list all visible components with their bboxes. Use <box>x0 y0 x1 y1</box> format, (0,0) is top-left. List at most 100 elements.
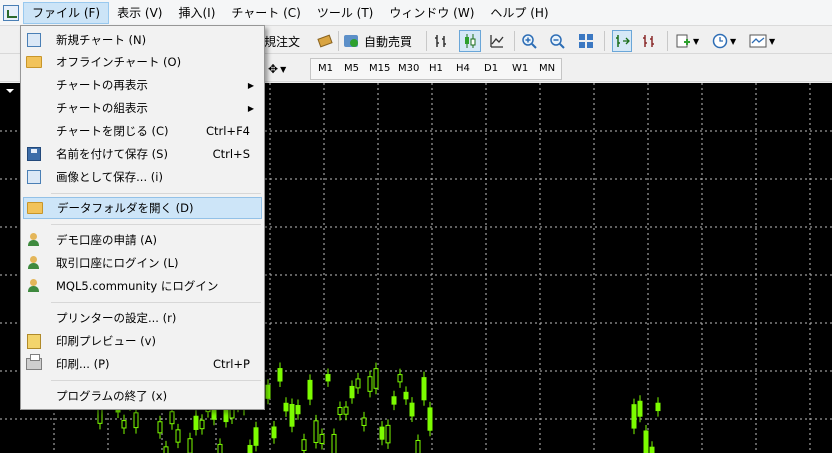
candle-body <box>277 368 283 382</box>
timeframe-m5[interactable]: M5 <box>340 59 363 79</box>
menu-tools[interactable]: ツール (T) <box>309 2 382 24</box>
autotrade-label: 自動売買 <box>364 34 413 49</box>
templates-dropdown[interactable]: ▼ <box>749 30 779 52</box>
timeframe-h4[interactable]: H4 <box>452 59 474 79</box>
candle-body <box>403 391 409 400</box>
menu-item-print-preview[interactable]: 印刷プレビュー (v) <box>23 330 262 352</box>
menu-item-open-demo-account[interactable]: デモ口座の申請 (A) <box>23 229 262 251</box>
indicators-dropdown[interactable]: ▼ <box>675 30 705 52</box>
bar-chart-icon[interactable] <box>433 30 451 52</box>
timeframe-h1[interactable]: H1 <box>425 59 447 79</box>
menu-separator <box>51 380 261 381</box>
autoscroll-icon[interactable] <box>641 30 659 52</box>
template-icon <box>749 34 767 48</box>
menu-item-label: チャートの再表示 <box>56 78 148 92</box>
menu-separator <box>51 224 261 225</box>
menu-item-label: オフラインチャート (O) <box>56 55 182 69</box>
new-order-label: 規注文 <box>264 34 301 49</box>
menu-item-label: チャートの組表示 <box>56 101 148 115</box>
candle-body <box>193 415 199 430</box>
zoom-in-icon[interactable] <box>521 30 539 52</box>
new-order-button[interactable]: 規注文 <box>264 30 300 52</box>
menu-help[interactable]: ヘルプ (H) <box>482 2 556 24</box>
indicators-icon <box>676 34 690 48</box>
login-icon <box>25 254 43 272</box>
menu-item-open-data-folder[interactable]: データフォルダを開く (D) <box>23 197 262 219</box>
menu-item-login-trade-account[interactable]: 取引口座にログイン (L) <box>23 252 262 274</box>
line-chart-icon[interactable] <box>489 30 507 52</box>
autotrade-button[interactable]: 自動売買 <box>343 30 412 52</box>
menu-item-login-mql5[interactable]: MQL5.community にログイン <box>23 275 262 297</box>
menu-item-label: 印刷... (P) <box>56 357 110 371</box>
chart-corner-marker <box>6 89 14 93</box>
candle-body <box>301 439 307 451</box>
chart-shift-icon[interactable] <box>612 30 632 52</box>
candle-body <box>637 400 643 417</box>
menu-bar: ファイル (F) 表示 (V) 挿入(I) チャート (C) ツール (T) ウ… <box>0 0 832 26</box>
candle-body <box>271 426 277 439</box>
timeframe-m1[interactable]: M1 <box>314 59 337 79</box>
candle-body <box>331 433 337 453</box>
candle-body <box>421 377 427 401</box>
timeframe-m15[interactable]: M15 <box>365 59 394 79</box>
file-menu-dropdown: 新規チャート (N) オフラインチャート (O) チャートの再表示 ▶ チャート… <box>20 25 265 410</box>
timeframe-d1[interactable]: D1 <box>480 59 502 79</box>
clock-icon <box>712 33 728 49</box>
menu-item-shortcut: Ctrl+F4 <box>205 124 250 138</box>
menu-item-label: チャートを閉じる (C) <box>56 124 169 138</box>
objects-dropdown[interactable]: ✥ ▼ <box>268 58 298 80</box>
app-icon[interactable] <box>3 4 19 21</box>
menu-item-label: 新規チャート (N) <box>56 33 147 47</box>
meta-editor-icon[interactable] <box>316 30 334 52</box>
autotrade-icon <box>344 35 358 47</box>
submenu-arrow-icon: ▶ <box>247 80 254 90</box>
candle-body <box>265 384 271 399</box>
menu-item-close-chart[interactable]: チャートを閉じる (C) Ctrl+F4 <box>23 120 262 142</box>
candle-body <box>121 420 127 429</box>
menu-separator <box>51 193 261 194</box>
chevron-down-icon: ▼ <box>693 36 700 46</box>
menu-window[interactable]: ウィンドウ (W) <box>381 2 482 24</box>
timeframe-m30[interactable]: M30 <box>394 59 423 79</box>
menu-item-print[interactable]: 印刷... (P) Ctrl+P <box>23 353 262 375</box>
menu-item-chart-profiles[interactable]: チャートの組表示 ▶ <box>23 97 262 119</box>
candlestick-icon[interactable] <box>459 30 481 52</box>
candle-body <box>643 430 649 453</box>
timeframe-w1[interactable]: W1 <box>508 59 532 79</box>
menu-item-exit[interactable]: プログラムの終了 (x) <box>23 385 262 407</box>
menu-insert[interactable]: 挿入(I) <box>170 2 223 24</box>
tile-windows-icon[interactable] <box>578 30 596 52</box>
folder-open-icon <box>25 53 43 71</box>
menu-item-offline-chart[interactable]: オフラインチャート (O) <box>23 51 262 73</box>
candle-body <box>355 378 361 389</box>
menu-item-label: デモ口座の申請 (A) <box>56 233 157 247</box>
menu-item-label: プログラムの終了 (x) <box>56 389 168 403</box>
candle-body <box>415 439 421 453</box>
menu-item-save-as-picture[interactable]: 画像として保存... (i) <box>23 166 262 188</box>
candle-body <box>175 429 181 443</box>
candle-body <box>307 379 313 400</box>
candle-body <box>385 424 391 444</box>
new-chart-icon <box>25 31 43 49</box>
menu-separator <box>51 302 261 303</box>
candle-body <box>253 427 259 446</box>
candle-body <box>343 406 349 415</box>
menu-item-reopen-chart[interactable]: チャートの再表示 ▶ <box>23 74 262 96</box>
menu-view[interactable]: 表示 (V) <box>109 2 170 24</box>
candle-body <box>289 404 295 427</box>
candle-body <box>655 402 661 412</box>
menu-item-new-chart[interactable]: 新規チャート (N) <box>23 29 262 51</box>
menu-chart[interactable]: チャート (C) <box>223 2 308 24</box>
menu-item-print-setup[interactable]: プリンターの設定... (r) <box>23 307 262 329</box>
candle-body <box>409 402 415 417</box>
menu-item-save-as[interactable]: 名前を付けて保存 (S) Ctrl+S <box>23 143 262 165</box>
zoom-out-icon[interactable] <box>549 30 567 52</box>
periods-dropdown[interactable]: ▼ <box>712 30 742 52</box>
candle-body <box>169 411 175 425</box>
menu-item-label: データフォルダを開く (D) <box>57 201 194 215</box>
timeframe-mn[interactable]: MN <box>535 59 559 79</box>
menu-file[interactable]: ファイル (F) <box>23 1 110 24</box>
menu-item-label: 画像として保存... (i) <box>56 170 163 184</box>
candle-body <box>217 443 223 453</box>
mql5-icon <box>25 277 43 295</box>
